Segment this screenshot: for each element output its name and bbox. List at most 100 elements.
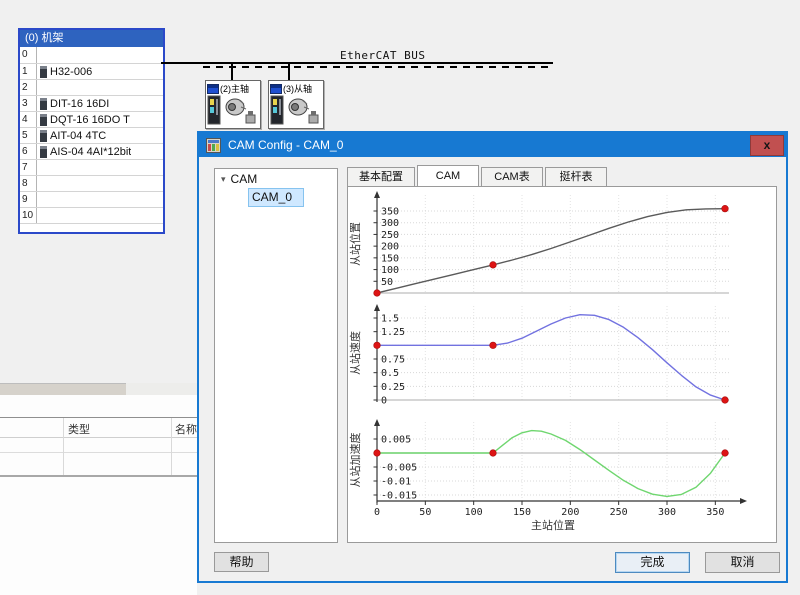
svg-text:-0.015: -0.015 xyxy=(381,491,417,502)
slot-number: 5 xyxy=(20,128,37,143)
rack-slot[interactable]: 1 H32-006 xyxy=(20,63,163,79)
tab-bar: 基本配置CAMCAM表挺杆表 xyxy=(347,165,609,186)
rack-slot[interactable]: 2 xyxy=(20,79,163,95)
tree-node-cam0-selected[interactable]: CAM_0 xyxy=(248,188,304,207)
dialog-app-icon xyxy=(206,138,221,153)
bottom-panel-splitter[interactable] xyxy=(0,383,126,395)
ethercat-bus-label: EtherCAT BUS xyxy=(340,49,425,62)
column-header-type: 类型 xyxy=(68,421,90,437)
slot-number: 6 xyxy=(20,144,37,159)
table-section-border xyxy=(0,475,197,477)
y-axis-title: 从站加速度 xyxy=(349,433,362,488)
slot-number: 1 xyxy=(20,64,37,79)
device-label: (2)主轴 xyxy=(220,82,249,95)
rack-slot[interactable]: 3 DIT-16 16DI xyxy=(20,95,163,111)
cam-point[interactable] xyxy=(722,397,729,404)
tab-CAM[interactable]: CAM xyxy=(417,165,479,186)
module-label: H32-006 xyxy=(50,66,92,78)
bus-drop-line xyxy=(231,64,233,80)
svg-text:150: 150 xyxy=(381,253,399,264)
dialog-titlebar[interactable]: CAM Config - CAM_0 x xyxy=(199,133,786,157)
svg-text:0.5: 0.5 xyxy=(381,368,399,379)
velocity-chart[interactable]: 1.51.250.750.50.250从站速度 xyxy=(349,302,773,414)
table-header-border xyxy=(0,437,197,438)
rack-header: (0) 机架 xyxy=(20,30,163,47)
svg-text:300: 300 xyxy=(381,218,399,229)
module-icon xyxy=(40,114,47,126)
svg-text:250: 250 xyxy=(381,230,399,241)
drive-chip-icon xyxy=(270,84,282,94)
workspace: 类型 名称 (0) 机架 01H32-00623DIT-16 16DI4DQT-… xyxy=(0,0,800,595)
module-label: DQT-16 16DO T xyxy=(50,114,130,126)
svg-text:200: 200 xyxy=(381,242,399,253)
rack-slot[interactable]: 0 xyxy=(20,47,163,63)
drive-chip-icon xyxy=(207,84,219,94)
tab-挺杆表[interactable]: 挺杆表 xyxy=(545,167,607,186)
device-node-slave-axis[interactable]: (3)从轴 xyxy=(268,80,324,129)
slot-number: 9 xyxy=(20,192,37,207)
cam-config-dialog: CAM Config - CAM_0 x ▾ CAM CAM_0 帮助 基本配置… xyxy=(197,131,788,583)
rack-slot[interactable]: 4 DQT-16 16DO T xyxy=(20,111,163,127)
svg-text:-0.005: -0.005 xyxy=(381,463,417,474)
slot-number: 10 xyxy=(20,208,37,223)
y-axis-title: 从站位置 xyxy=(349,222,362,266)
y-axis-title: 从站速度 xyxy=(349,331,362,375)
svg-text:0: 0 xyxy=(374,507,380,518)
rack-slot[interactable]: 5AIT-04 4TC xyxy=(20,127,163,143)
acceleration-chart[interactable]: 0.005-0.005-0.01-0.015050100150200250300… xyxy=(349,418,773,540)
rack-slot[interactable]: 10 xyxy=(20,207,163,223)
slot-number: 8 xyxy=(20,176,37,191)
ethercat-bus-line xyxy=(161,62,553,64)
cam-point[interactable] xyxy=(490,450,497,457)
cam-point[interactable] xyxy=(374,342,381,349)
slot-number: 3 xyxy=(20,96,37,111)
svg-text:50: 50 xyxy=(419,507,431,518)
position-chart[interactable]: 35030025020015010050从站位置 xyxy=(349,189,773,301)
device-node-master-axis[interactable]: (2)主轴 xyxy=(205,80,261,129)
cam-point[interactable] xyxy=(722,205,729,212)
finish-button[interactable]: 完成 xyxy=(615,552,690,573)
slot-number: 0 xyxy=(20,47,37,63)
svg-text:0: 0 xyxy=(381,396,387,407)
cam-point[interactable] xyxy=(722,450,729,457)
rack-filler xyxy=(20,223,163,232)
rack-rows: 01 H32-006 23 DIT-16 16DI 4 DQT-16 16DO T5AIT… xyxy=(20,47,163,223)
variable-table-background xyxy=(0,395,197,595)
rack-slot[interactable]: 6 AIS-04 4AI*12bit xyxy=(20,143,163,159)
cam-point[interactable] xyxy=(374,450,381,457)
module-label: DIT-16 16DI xyxy=(50,98,109,110)
close-button[interactable]: x xyxy=(750,135,784,156)
module-icon xyxy=(40,130,47,142)
tab-CAM表[interactable]: CAM表 xyxy=(481,167,543,186)
module-icon xyxy=(40,146,47,158)
rack-slot[interactable]: 9 xyxy=(20,191,163,207)
cam-chart-panel: 35030025020015010050从站位置 1.51.250.750.50… xyxy=(347,186,777,543)
tree-root-label: CAM xyxy=(231,172,258,186)
svg-text:250: 250 xyxy=(610,507,628,518)
slot-number: 4 xyxy=(20,112,37,127)
dialog-title: CAM Config - CAM_0 xyxy=(228,138,343,152)
module-icon xyxy=(40,98,47,110)
device-label: (3)从轴 xyxy=(283,82,312,95)
tab-基本配置[interactable]: 基本配置 xyxy=(347,167,415,186)
cam-point[interactable] xyxy=(374,290,381,297)
cam-point[interactable] xyxy=(490,342,497,349)
svg-text:100: 100 xyxy=(381,265,399,276)
svg-text:0.75: 0.75 xyxy=(381,354,405,365)
svg-text:50: 50 xyxy=(381,277,393,288)
rack-table: (0) 机架 01 H32-006 23 DIT-16 16DI 4 DQT-16 16D… xyxy=(18,28,165,234)
slot-number: 2 xyxy=(20,80,37,95)
tree-node-cam[interactable]: ▾ CAM xyxy=(215,169,337,188)
svg-text:1.25: 1.25 xyxy=(381,327,405,338)
table-column-divider xyxy=(63,418,64,475)
help-button[interactable]: 帮助 xyxy=(214,552,269,572)
chevron-down-icon: ▾ xyxy=(221,174,226,185)
svg-text:主站位置: 主站位置 xyxy=(531,518,575,532)
rack-slot[interactable]: 8 xyxy=(20,175,163,191)
svg-text:1.5: 1.5 xyxy=(381,313,399,324)
servo-motor-icon xyxy=(206,95,258,127)
rack-slot[interactable]: 7 xyxy=(20,159,163,175)
cancel-button[interactable]: 取消 xyxy=(705,552,780,573)
module-label: AIS-04 4AI*12bit xyxy=(50,146,131,158)
cam-point[interactable] xyxy=(490,262,497,269)
